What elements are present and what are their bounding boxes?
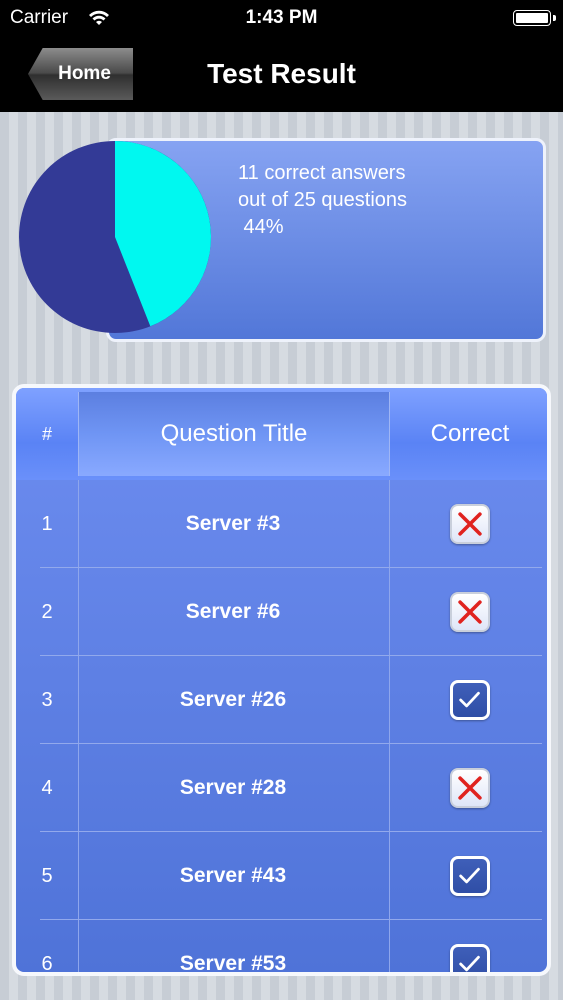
battery-icon: [513, 10, 551, 26]
page-title-text: Test Result: [207, 58, 356, 89]
row-number: 4: [41, 776, 53, 799]
table-row[interactable]: 2 Server #6: [40, 568, 542, 656]
cross-icon: [450, 504, 490, 544]
row-question-title: Server #26: [179, 688, 287, 711]
header-number: #: [41, 423, 52, 444]
row-question-title: Server #3: [185, 512, 281, 535]
cross-icon: [450, 768, 490, 808]
table-row[interactable]: 6 Server #53: [40, 920, 542, 975]
row-question-title: Server #28: [179, 776, 287, 799]
summary-total-line: out of 25 questions: [238, 189, 408, 211]
checkmark-icon: [450, 944, 490, 972]
row-number: 6: [41, 952, 53, 975]
header-correct: Correct: [430, 420, 510, 447]
row-number: 2: [41, 600, 53, 623]
checkmark-icon: [450, 680, 490, 720]
summary-percent-line: 44%: [238, 216, 284, 238]
table-header: # Question Title Correct: [16, 388, 547, 480]
table-row[interactable]: 1 Server #3: [40, 480, 542, 568]
page-title: Test Result: [0, 58, 563, 90]
battery-tip: [553, 15, 556, 21]
status-bar: Carrier 1:43 PM: [0, 0, 563, 36]
row-number: 1: [41, 512, 53, 535]
table-row[interactable]: 4 Server #28: [40, 744, 542, 832]
header-question-title: Question Title: [78, 392, 390, 476]
row-question-title: Server #43: [179, 864, 287, 887]
row-number: 5: [41, 864, 53, 887]
results-table: # Question Title Correct 1 Server #3 2 Serv…: [12, 384, 551, 976]
summary-text: 11 correct answers out of 25 questions 4…: [238, 160, 407, 241]
row-question-title: Server #53: [179, 952, 287, 975]
summary-correct-line: 11 correct answers: [238, 162, 406, 184]
table-row[interactable]: 3 Server #26: [40, 656, 542, 744]
checkmark-icon: [450, 856, 490, 896]
cross-icon: [450, 592, 490, 632]
navigation-bar: Home Test Result: [0, 36, 563, 112]
row-number: 3: [41, 688, 53, 711]
table-row[interactable]: 5 Server #43: [40, 832, 542, 920]
score-pie-chart: [19, 141, 212, 333]
row-question-title: Server #6: [185, 600, 281, 623]
status-time: 1:43 PM: [245, 7, 318, 28]
